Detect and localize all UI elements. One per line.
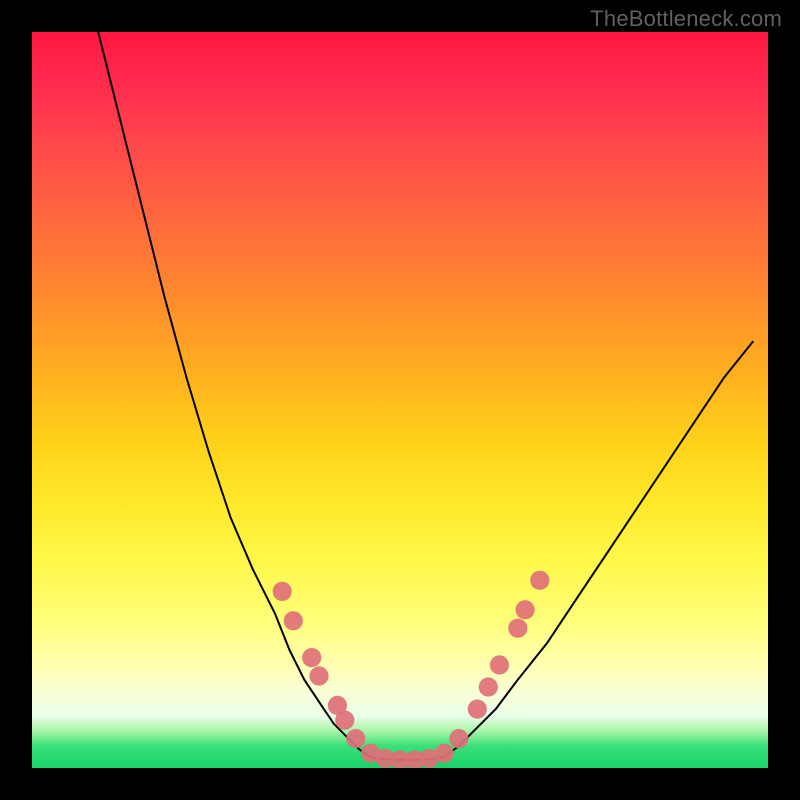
chart-svg [32, 32, 768, 768]
data-dot [490, 655, 509, 674]
data-dot [508, 619, 527, 638]
watermark-text: TheBottleneck.com [590, 6, 782, 32]
bottleneck-curve [98, 32, 753, 760]
data-dot [335, 711, 354, 730]
data-dot [516, 600, 535, 619]
data-dot [435, 744, 454, 763]
data-dot [468, 700, 487, 719]
data-dot [346, 729, 365, 748]
data-dot [284, 611, 303, 630]
data-dot [449, 729, 468, 748]
plot-area [32, 32, 768, 768]
data-dot [530, 571, 549, 590]
data-dot [302, 648, 321, 667]
data-dot [479, 677, 498, 696]
data-dot [309, 666, 328, 685]
chart-frame: TheBottleneck.com [0, 0, 800, 800]
scatter-dots [273, 571, 550, 768]
data-dot [273, 582, 292, 601]
